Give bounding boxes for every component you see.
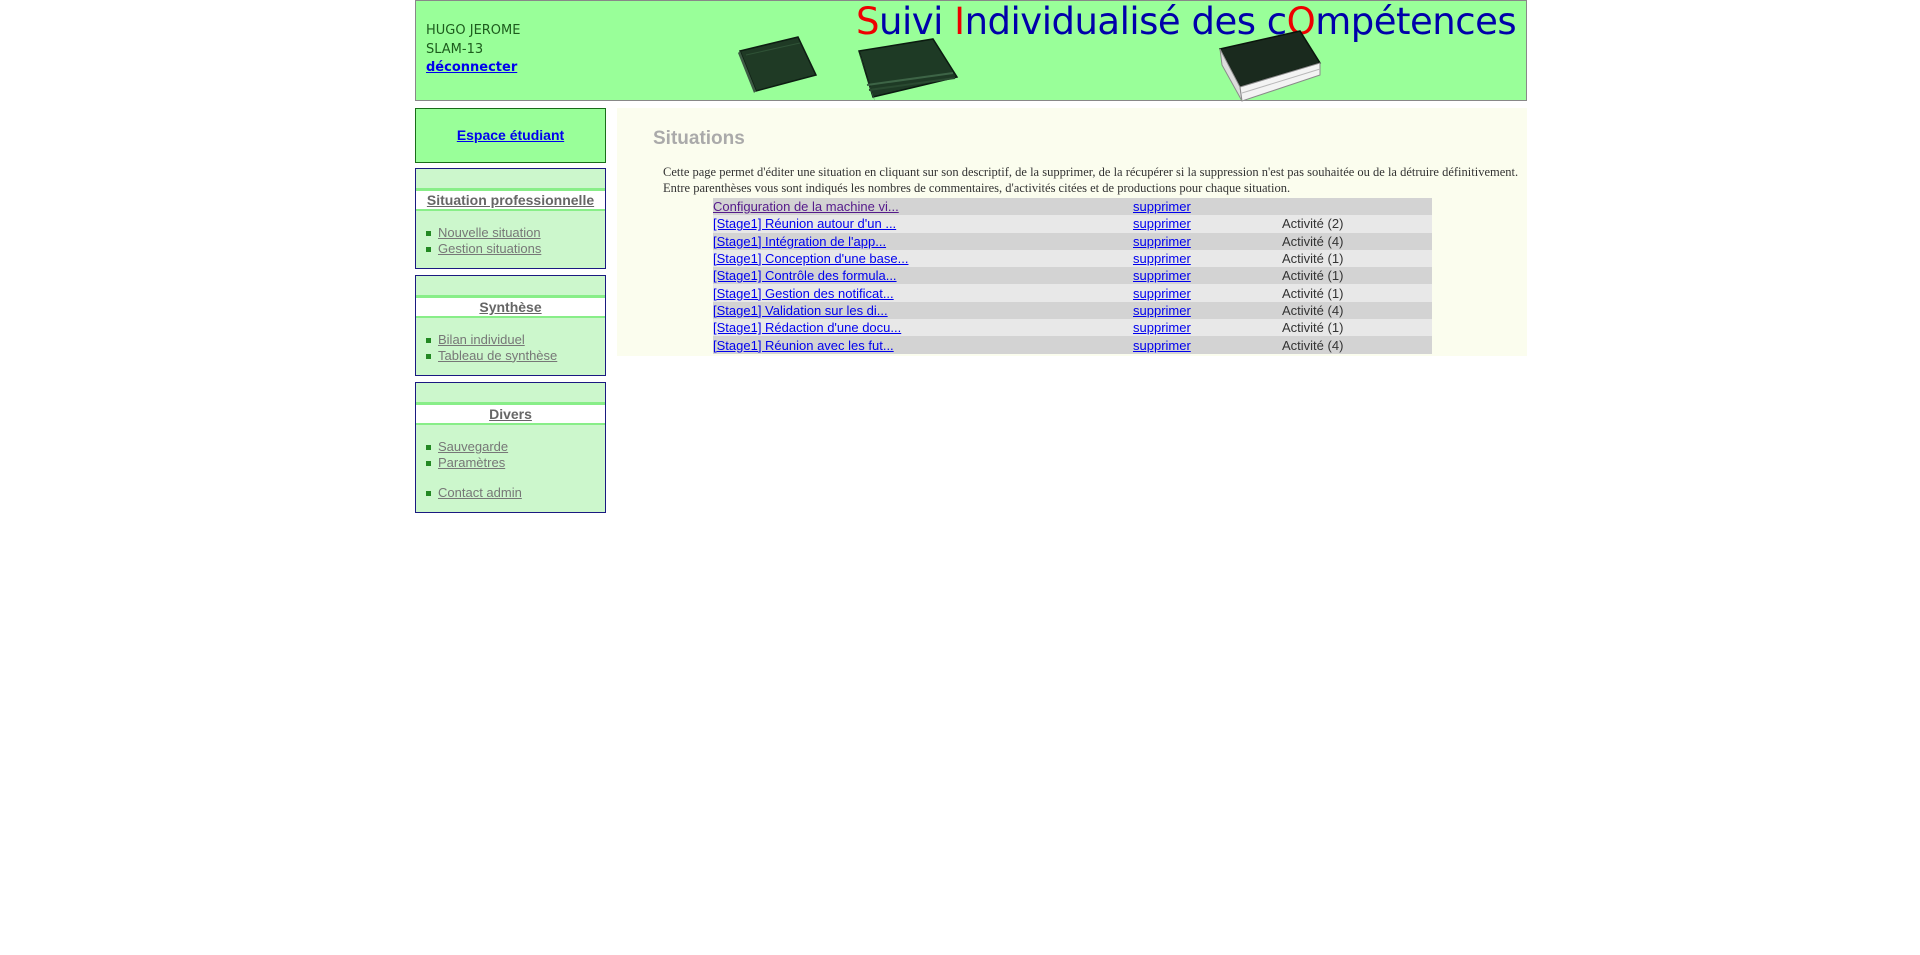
situation-title-cell: [Stage1] Validation sur les di... (713, 301, 1133, 320)
delete-situation-link[interactable]: supprimer (1133, 320, 1191, 335)
situation-activity-cell: Activité (4) (1282, 336, 1432, 354)
bilan-individuel-link[interactable]: Bilan individuel (438, 332, 525, 347)
situation-title-cell: Configuration de la machine vi... (713, 198, 1133, 216)
header-banner: HUGO JEROME SLAM-13 déconnecter Suivi In… (415, 0, 1527, 102)
situation-menu-list: Nouvelle situation Gestion situations (416, 225, 605, 256)
situation-activity-cell: Activité (1) (1282, 267, 1432, 285)
situations-table: Configuration de la machine vi... supprim… (713, 198, 1432, 354)
espace-etudiant-link[interactable]: Espace étudiant (416, 127, 605, 143)
situation-title-cell: [Stage1] Rédaction d'une docu... (713, 319, 1133, 337)
delete-situation-link[interactable]: supprimer (1133, 216, 1191, 231)
situation-action-cell: supprimer (1133, 284, 1282, 302)
situation-action-cell: supprimer (1133, 198, 1282, 216)
table-row: [Stage1] Conception d'une base... supprim… (713, 249, 1432, 268)
book-icon (1218, 30, 1322, 102)
situation-title-link[interactable]: Configuration de la machine vi... (713, 199, 899, 214)
situation-activity-cell: Activité (1) (1282, 249, 1432, 268)
situation-title-link[interactable]: [Stage1] Intégration de l'app... (713, 234, 886, 249)
menu-item: Bilan individuel (426, 332, 605, 348)
gestion-situations-link[interactable]: Gestion situations (438, 241, 541, 256)
situation-action-cell: supprimer (1133, 249, 1282, 268)
situation-title-link[interactable]: [Stage1] Réunion autour d'un ... (713, 216, 896, 231)
table-row: [Stage1] Contrôle des formula... supprime… (713, 267, 1432, 285)
main-content: Situations Cette page permet d'éditer un… (617, 108, 1527, 356)
menu-item: Gestion situations (426, 241, 605, 257)
synthese-menu-list: Bilan individuel Tableau de synthèse (416, 332, 605, 363)
table-row: Configuration de la machine vi... supprim… (713, 198, 1432, 216)
table-row: [Stage1] Intégration de l'app... supprime… (713, 232, 1432, 250)
user-name: HUGO JEROME (426, 23, 521, 38)
situation-title-link[interactable]: [Stage1] Contrôle des formula... (713, 268, 897, 283)
situation-activity-cell: Activité (2) (1282, 215, 1432, 233)
parametres-link[interactable]: Paramètres (438, 455, 505, 470)
menu-item: Paramètres (426, 455, 605, 471)
situation-action-cell: supprimer (1133, 336, 1282, 354)
situation-action-cell: supprimer (1133, 301, 1282, 320)
menu-item: Tableau de synthèse (426, 348, 605, 364)
situation-activity-cell: Activité (1) (1282, 319, 1432, 337)
situation-title-link[interactable]: [Stage1] Validation sur les di... (713, 303, 888, 318)
sauvegarde-link[interactable]: Sauvegarde (438, 439, 508, 454)
situation-activity-cell: Activité (4) (1282, 232, 1432, 250)
situation-action-cell: supprimer (1133, 319, 1282, 337)
divers-menu-list: Sauvegarde Paramètres Contact admin (416, 439, 605, 501)
menu-item: Nouvelle situation (426, 225, 605, 241)
table-row: [Stage1] Rédaction d'une docu... supprime… (713, 319, 1432, 337)
page-description: Cette page permet d'éditer une situation… (663, 165, 1519, 195)
synthese-menu-box: Synthèse Bilan individuel Tableau de syn… (415, 275, 606, 376)
situation-title-link[interactable]: [Stage1] Rédaction d'une docu... (713, 320, 901, 335)
table-row: [Stage1] Réunion avec les fut... supprime… (713, 336, 1432, 354)
situation-title-cell: [Stage1] Gestion des notificat... (713, 284, 1133, 302)
user-class: SLAM-13 (426, 41, 484, 57)
situation-activity-cell (1282, 198, 1432, 216)
delete-situation-link[interactable]: supprimer (1133, 338, 1191, 353)
espace-etudiant-box: Espace étudiant (415, 108, 606, 163)
situation-title-cell: [Stage1] Réunion autour d'un ... (713, 215, 1133, 233)
synthese-menu-title[interactable]: Synthèse (416, 295, 605, 318)
table-row: [Stage1] Gestion des notificat... supprim… (713, 284, 1432, 302)
situation-activity-cell: Activité (1) (1282, 284, 1432, 302)
situation-activity-cell: Activité (4) (1282, 301, 1432, 320)
logout-link[interactable]: déconnecter (426, 60, 517, 75)
page-title: Situations (653, 128, 745, 149)
menu-item: Contact admin (426, 485, 605, 501)
divers-menu-title[interactable]: Divers (416, 402, 605, 425)
delete-situation-link[interactable]: supprimer (1133, 234, 1191, 249)
situation-menu-title[interactable]: Situation professionnelle (416, 188, 605, 211)
situation-title-link[interactable]: [Stage1] Gestion des notificat... (713, 286, 894, 301)
divers-menu-box: Divers Sauvegarde Paramètres Contact adm… (415, 382, 606, 513)
nouvelle-situation-link[interactable]: Nouvelle situation (438, 225, 541, 240)
situation-title-cell: [Stage1] Conception d'une base... (713, 249, 1133, 268)
delete-situation-link[interactable]: supprimer (1133, 268, 1191, 283)
situation-title-cell: [Stage1] Réunion avec les fut... (713, 336, 1133, 354)
situation-action-cell: supprimer (1133, 267, 1282, 285)
situation-title-link[interactable]: [Stage1] Conception d'une base... (713, 251, 908, 266)
situation-action-cell: supprimer (1133, 215, 1282, 233)
table-row: [Stage1] Réunion autour d'un ... supprime… (713, 215, 1432, 233)
contact-admin-link[interactable]: Contact admin (438, 485, 522, 500)
user-info: HUGO JEROME SLAM-13 déconnecter (426, 22, 520, 78)
tableau-synthese-link[interactable]: Tableau de synthèse (438, 348, 557, 363)
situation-title-link[interactable]: [Stage1] Réunion avec les fut... (713, 338, 894, 353)
table-row: [Stage1] Validation sur les di... supprim… (713, 301, 1432, 320)
binder-icon (738, 36, 818, 93)
situation-title-cell: [Stage1] Contrôle des formula... (713, 267, 1133, 285)
situation-menu-box: Situation professionnelle Nouvelle situa… (415, 168, 606, 269)
binder-stack-icon (858, 38, 959, 101)
situation-action-cell: supprimer (1133, 232, 1282, 250)
menu-item: Sauvegarde (426, 439, 605, 455)
delete-situation-link[interactable]: supprimer (1133, 251, 1191, 266)
situation-title-cell: [Stage1] Intégration de l'app... (713, 232, 1133, 250)
delete-situation-link[interactable]: supprimer (1133, 199, 1191, 214)
delete-situation-link[interactable]: supprimer (1133, 286, 1191, 301)
delete-situation-link[interactable]: supprimer (1133, 303, 1191, 318)
